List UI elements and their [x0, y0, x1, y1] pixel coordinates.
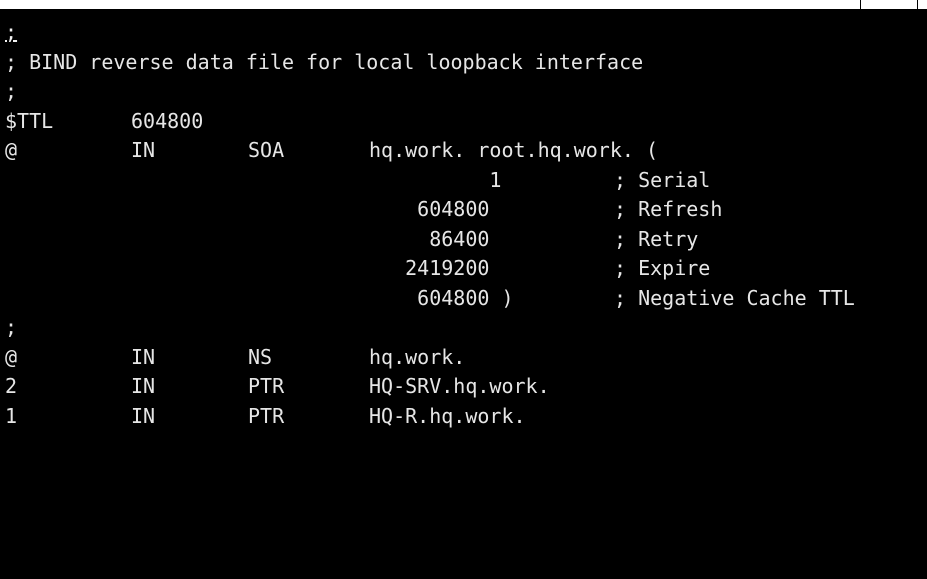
soa-negative-ttl-line: 604800 ) ; Negative Cache TTL: [5, 284, 927, 314]
record-class: IN: [131, 344, 156, 369]
edge-tick: [917, 0, 918, 9]
soa-expire-value: 2419200: [369, 256, 490, 280]
ns-record: @ IN NS hq.work.: [5, 343, 927, 373]
record-name: 1: [5, 403, 18, 428]
file-line-3: ;: [5, 77, 927, 107]
edge-tick: [860, 0, 861, 9]
ptr-record: 2 IN PTR HQ-SRV.hq.work.: [5, 372, 927, 402]
record-name: @: [5, 344, 18, 369]
ttl-line: $TTL 604800: [5, 107, 927, 137]
record-data: HQ-SRV.hq.work.: [369, 374, 550, 398]
soa-refresh-value: 604800: [369, 197, 490, 221]
header-comment: ; BIND reverse data file for local loopb…: [5, 49, 644, 74]
record-data: hq.work.: [369, 344, 466, 369]
terminal-editor[interactable]: ; ; BIND reverse data file for local loo…: [5, 18, 927, 441]
record-name: 2: [5, 374, 18, 398]
cursor-comment[interactable]: ;: [5, 18, 17, 48]
soa-negative-ttl-comment: ; Negative Cache TTL: [614, 285, 855, 310]
record-type: SOA: [248, 138, 285, 162]
record-type: PTR: [248, 403, 285, 428]
ttl-value: 604800: [131, 108, 204, 133]
comment: ;: [5, 79, 18, 103]
record-data: HQ-R.hq.work.: [369, 403, 526, 428]
file-line-11: ;: [5, 313, 927, 343]
ptr-record: 1 IN PTR HQ-R.hq.work.: [5, 402, 927, 432]
soa-refresh-line: 604800 ; Refresh: [5, 195, 927, 225]
soa-retry-value: 86400: [369, 226, 490, 251]
record-type: PTR: [248, 374, 285, 398]
file-line-2: ; BIND reverse data file for local loopb…: [5, 48, 927, 78]
record-data: hq.work. root.hq.work. (: [369, 138, 658, 162]
soa-retry-comment: ; Retry: [614, 226, 699, 251]
record-class: IN: [131, 138, 156, 162]
window-top-edge: [0, 0, 927, 9]
soa-serial-value: 1: [369, 167, 502, 192]
record-class: IN: [131, 374, 156, 398]
soa-expire-line: 2419200 ; Expire: [5, 254, 927, 284]
ttl-directive: $TTL: [5, 108, 54, 133]
comment: ;: [5, 315, 18, 339]
record-class: IN: [131, 403, 156, 428]
soa-serial-line: 1 ; Serial: [5, 166, 927, 196]
record-name: @: [5, 138, 18, 162]
soa-record: @ IN SOA hq.work. root.hq.work. (: [5, 136, 927, 166]
soa-refresh-comment: ; Refresh: [614, 197, 723, 221]
soa-retry-line: 86400 ; Retry: [5, 225, 927, 255]
soa-serial-comment: ; Serial: [614, 167, 711, 192]
soa-negative-ttl-value: 604800 ): [369, 285, 514, 310]
record-type: NS: [248, 344, 273, 369]
file-line-1: ;: [5, 18, 927, 48]
soa-expire-comment: ; Expire: [614, 256, 711, 280]
